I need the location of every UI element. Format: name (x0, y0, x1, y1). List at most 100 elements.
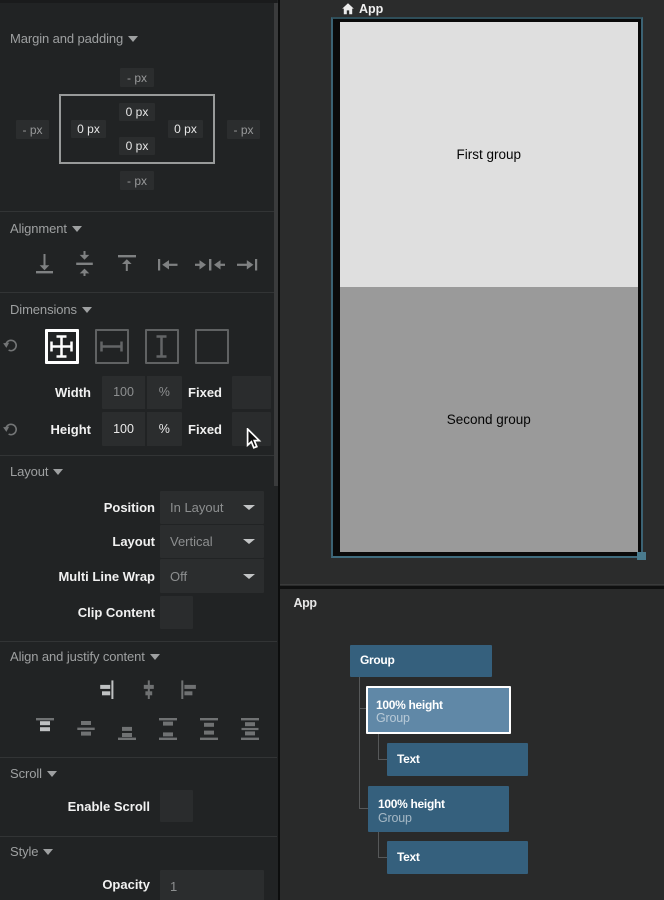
multi-line-wrap-dropdown[interactable]: Off (160, 559, 264, 593)
clip-content-checkbox[interactable] (160, 596, 193, 629)
position-label: Position (0, 500, 155, 515)
second-group-label: Second group (447, 412, 531, 427)
section-header-margin-padding[interactable]: Margin and padding (10, 31, 138, 46)
breadcrumb-label: App (359, 2, 383, 16)
section-header-scroll[interactable]: Scroll (10, 766, 57, 781)
size-mode-width-icon (100, 335, 123, 358)
enable-scroll-checkbox[interactable] (160, 790, 193, 822)
size-mode-none-button[interactable] (195, 329, 230, 364)
node-title: Text (397, 753, 420, 767)
align-vertical-center-icon[interactable] (76, 251, 93, 276)
layout-label: Layout (0, 534, 155, 549)
size-mode-both-button[interactable] (45, 329, 80, 364)
node-title: 100% height (378, 798, 509, 812)
align-right-icon[interactable] (237, 258, 258, 272)
clip-content-label: Clip Content (0, 605, 155, 620)
connector-line (359, 677, 360, 808)
section-header-style[interactable]: Style (10, 844, 53, 859)
connector-line (378, 734, 379, 760)
properties-panel: Margin and padding - px - px - px - px 0… (0, 0, 277, 900)
multi-line-wrap-label: Multi Line Wrap (0, 569, 155, 584)
opacity-input[interactable]: 1 (160, 870, 264, 900)
dropdown-caret-icon (243, 539, 255, 544)
size-mode-height-button[interactable] (145, 329, 180, 364)
align-horizontal-center-icon[interactable] (195, 258, 225, 272)
justify-space-around-icon[interactable] (200, 718, 218, 740)
padding-bottom-input[interactable]: 0 px (119, 137, 155, 155)
padding-top-input[interactable]: 0 px (119, 103, 155, 121)
size-mode-both-icon (50, 335, 73, 358)
home-icon (342, 3, 354, 15)
section-header-layout[interactable]: Layout (10, 464, 63, 479)
justify-start-icon[interactable] (36, 718, 54, 740)
section-header-align-justify[interactable]: Align and justify content (10, 649, 160, 664)
collapse-caret-icon (72, 226, 82, 232)
connector-line (378, 832, 379, 858)
layout-value: Vertical (170, 534, 213, 549)
height-fixed-label: Fixed (160, 422, 222, 437)
padding-left-input[interactable]: 0 px (71, 120, 106, 138)
section-divider (0, 211, 277, 212)
node-group-root[interactable]: Group (350, 645, 492, 677)
align-left-icon[interactable] (158, 258, 178, 272)
second-group[interactable]: Second group (340, 287, 639, 553)
justify-center-icon[interactable] (77, 718, 95, 740)
margin-left-input[interactable]: - px (16, 120, 49, 139)
opacity-value: 1 (170, 879, 177, 894)
size-mode-width-button[interactable] (95, 329, 130, 364)
node-graph-title: App (294, 596, 317, 610)
node-text-second[interactable]: Text (387, 841, 528, 874)
align-top-icon[interactable] (118, 252, 136, 274)
justify-end-icon[interactable] (118, 718, 136, 740)
height-value-input[interactable]: 100 (102, 412, 145, 446)
panel-top-edge (0, 0, 277, 3)
justify-space-evenly-icon[interactable] (241, 718, 259, 740)
justify-space-between-icon[interactable] (159, 718, 177, 740)
padding-right-input[interactable]: 0 px (168, 120, 203, 138)
collapse-caret-icon (82, 307, 92, 313)
section-divider (0, 836, 277, 837)
height-label: Height (0, 422, 91, 437)
margin-top-input[interactable]: - px (120, 68, 154, 87)
collapse-caret-icon (150, 654, 160, 660)
node-subtitle: Group (378, 812, 509, 826)
layout-dropdown[interactable]: Vertical (160, 525, 264, 558)
width-fixed-checkbox[interactable] (232, 376, 271, 410)
section-header-dimensions[interactable]: Dimensions (10, 302, 92, 317)
section-title: Scroll (10, 766, 42, 781)
reset-size-mode-icon[interactable] (3, 337, 19, 353)
app-canvas-frame[interactable]: First group Second group (331, 17, 643, 558)
align-bottom-icon[interactable] (36, 252, 53, 276)
breadcrumb[interactable]: App (342, 2, 383, 15)
section-title: Dimensions (10, 302, 77, 317)
section-divider (0, 292, 277, 293)
position-value: In Layout (170, 500, 224, 515)
align-items-left-icon[interactable] (181, 680, 197, 700)
margin-right-input[interactable]: - px (227, 120, 260, 139)
section-title: Align and justify content (10, 649, 145, 664)
first-group[interactable]: First group (340, 22, 639, 287)
section-title: Alignment (10, 221, 67, 236)
app-window: Margin and padding - px - px - px - px 0… (0, 0, 664, 900)
margin-bottom-input[interactable]: - px (120, 171, 154, 190)
node-subtitle: Group (376, 712, 509, 726)
position-dropdown[interactable]: In Layout (160, 491, 264, 524)
section-header-alignment[interactable]: Alignment (10, 221, 82, 236)
frame-resize-handle[interactable] (637, 552, 646, 561)
node-text-first[interactable]: Text (387, 743, 528, 776)
section-divider (0, 757, 277, 758)
node-title: Text (397, 851, 420, 865)
node-group-second[interactable]: 100% height Group (368, 786, 509, 832)
node-group-first-selected[interactable]: 100% height Group (366, 686, 511, 734)
node-title: 100% height (376, 699, 509, 713)
width-value-input[interactable]: 100 (102, 376, 145, 410)
node-title: Group (360, 654, 395, 668)
align-items-right-icon[interactable] (100, 680, 114, 700)
app-canvas-content: First group Second group (340, 22, 639, 553)
collapse-caret-icon (43, 849, 53, 855)
section-divider (0, 455, 277, 456)
multi-line-wrap-value: Off (170, 569, 187, 584)
section-title: Style (10, 844, 38, 859)
section-title: Layout (10, 464, 48, 479)
align-items-center-icon[interactable] (142, 680, 156, 700)
